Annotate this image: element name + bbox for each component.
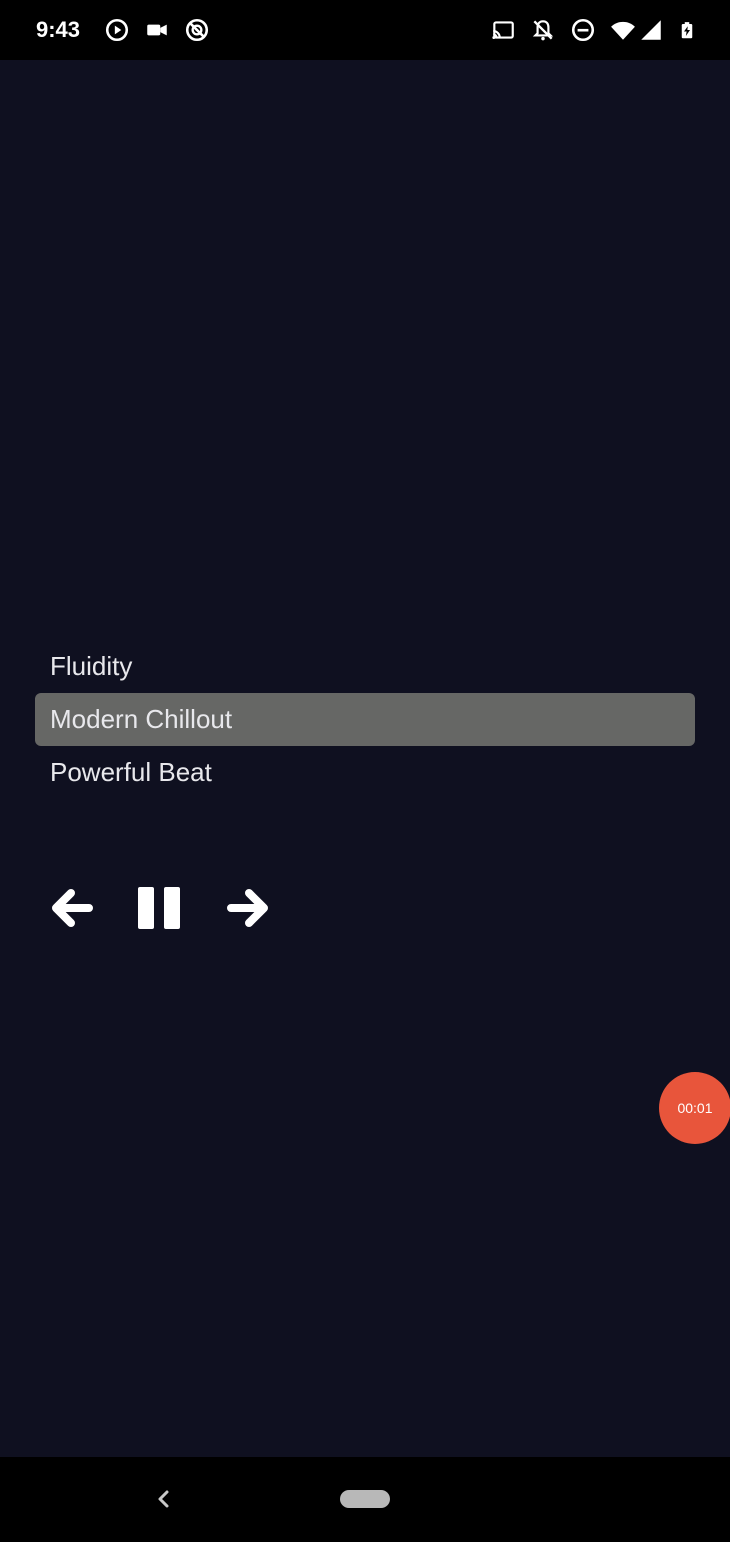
do-not-disturb-icon	[571, 18, 595, 42]
home-pill-icon[interactable]	[340, 1490, 390, 1508]
pause-button[interactable]	[135, 882, 183, 934]
track-title: Powerful Beat	[50, 757, 212, 787]
status-right-icons	[490, 17, 696, 43]
arrow-left-icon	[52, 889, 93, 927]
player-screen: Fluidity Modern Chillout Powerful Beat 0…	[0, 60, 730, 1457]
recording-timer-bubble[interactable]: 00:01	[659, 1072, 730, 1144]
cast-icon	[492, 21, 514, 39]
signal-icon	[641, 20, 661, 40]
navigation-bar	[0, 1457, 730, 1542]
battery-charging-icon	[681, 22, 693, 39]
recording-timer: 00:01	[677, 1100, 713, 1116]
track-item-powerful-beat[interactable]: Powerful Beat	[35, 746, 695, 799]
previous-button[interactable]	[48, 882, 96, 934]
track-list: Fluidity Modern Chillout Powerful Beat	[35, 640, 695, 799]
play-circle-icon	[105, 18, 129, 42]
arrow-right-icon	[227, 889, 268, 927]
playback-controls	[48, 882, 272, 934]
status-time: 9:43	[36, 17, 81, 42]
wifi-icon	[611, 21, 635, 40]
notifications-off-icon	[532, 20, 554, 41]
next-button[interactable]	[224, 882, 272, 934]
video-camera-icon	[147, 24, 167, 36]
back-chevron-icon[interactable]	[150, 1485, 176, 1513]
track-title: Modern Chillout	[50, 704, 233, 734]
track-item-modern-chillout[interactable]: Modern Chillout	[35, 693, 695, 746]
sync-disabled-icon	[185, 18, 209, 42]
track-title: Fluidity	[50, 651, 133, 681]
pause-icon	[138, 887, 180, 929]
status-bar: 9:43	[0, 0, 730, 60]
status-left-icons	[104, 17, 210, 43]
track-item-fluidity[interactable]: Fluidity	[35, 640, 695, 693]
